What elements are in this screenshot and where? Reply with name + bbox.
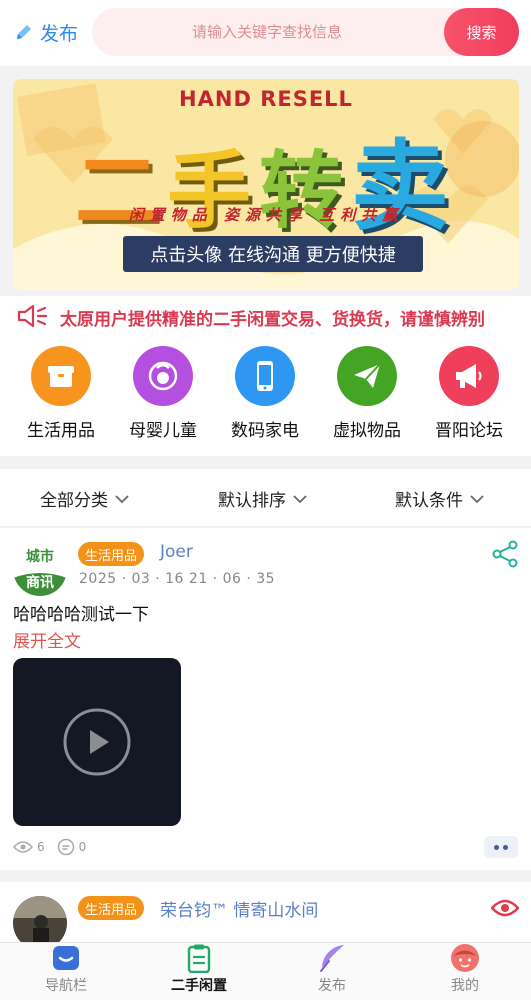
category-forum[interactable]: 晋阳论坛	[419, 346, 519, 441]
send-icon	[337, 346, 397, 406]
banner-tagline: 闲置物品 姿源共享 互利共赢	[128, 206, 404, 224]
tab-secondhand[interactable]: 二手闲置	[133, 943, 265, 1000]
notice-bar[interactable]: 太原用户提供精准的二手闲置交易、货换货，请谨慎辨别	[0, 296, 531, 336]
comment-icon	[57, 838, 74, 856]
promo-banner[interactable]: HAND RESELL 二手转卖 闲置物品 姿源共享 互利共赢 点击头像 在线沟…	[13, 79, 519, 290]
author-name[interactable]: Joer	[160, 542, 193, 562]
category-label: 母婴儿童	[129, 421, 197, 441]
category-digital[interactable]: 数码家电	[215, 346, 315, 441]
post-card[interactable]: 生活用品 荣台钧™ 情寄山水间	[0, 882, 531, 950]
filter-sort-label: 默认排序	[218, 491, 286, 511]
bottom-tab-bar: 导航栏 二手闲置 发布 我的	[0, 942, 531, 1000]
expand-link[interactable]: 展开全文	[13, 627, 81, 652]
eye-icon[interactable]	[491, 898, 519, 918]
avatar-text: 商讯	[26, 575, 54, 591]
more-button[interactable]	[484, 836, 518, 858]
post-content: 哈哈哈哈测试一下	[13, 605, 149, 625]
pencil-icon	[17, 25, 31, 39]
publish-link[interactable]: 发布	[14, 18, 78, 46]
app-page: 发布 搜索 HAND RESELL 二手转卖 闲置物品 姿源共享 互利共赢 点击…	[0, 0, 531, 1000]
banner-char: 二	[74, 142, 167, 240]
tab-label: 发布	[318, 978, 346, 994]
share-icon[interactable]	[491, 540, 519, 568]
top-header: 发布 搜索	[0, 0, 531, 66]
clipboard-icon	[187, 944, 211, 973]
tab-navigation[interactable]: 导航栏	[0, 943, 132, 1000]
chevron-down-icon	[293, 494, 307, 503]
post-stats: 6 0	[13, 838, 98, 856]
tab-publish[interactable]: 发布	[266, 943, 398, 1000]
filter-sort[interactable]: 默认排序	[218, 486, 308, 511]
banner-char: 手	[166, 142, 259, 240]
video-thumbnail[interactable]	[13, 658, 181, 826]
chevron-down-icon	[470, 494, 484, 503]
notice-text: 太原用户提供精准的二手闲置交易、货换货，请谨慎辨别	[60, 310, 485, 330]
megaphone-icon	[439, 346, 499, 406]
search-input[interactable]	[92, 8, 442, 56]
category-badge: 生活用品	[78, 896, 145, 920]
banner-title-cn: 二手转卖	[13, 107, 519, 249]
banner-char: 卖	[351, 130, 458, 244]
filter-condition[interactable]: 默认条件	[395, 486, 485, 511]
avatar-text: 城市	[26, 549, 54, 565]
tab-mine[interactable]: 我的	[399, 943, 531, 1000]
publish-label: 发布	[40, 22, 79, 45]
filter-bar: 全部分类 默认排序 默认条件	[0, 469, 531, 527]
post-time: 2025 · 03 · 16 21 · 06 · 35	[79, 571, 276, 587]
eye-icon	[13, 841, 33, 853]
category-grid: 生活用品 母婴儿童 数码家电 虚拟物品 晋阳论坛	[0, 336, 531, 456]
category-label: 生活用品	[27, 421, 95, 441]
category-badge: 生活用品	[78, 542, 145, 566]
author-name[interactable]: 荣台钧™ 情寄山水间	[160, 896, 318, 921]
comment-count: 0	[78, 840, 87, 854]
filter-condition-label: 默认条件	[395, 491, 463, 511]
banner-char: 转	[259, 142, 352, 240]
category-daily-goods[interactable]: 生活用品	[11, 346, 111, 441]
avatar[interactable]: 城市 商讯	[13, 542, 67, 596]
post-card[interactable]: 城市 商讯 生活用品 Joer 2025 · 03 · 16 21 · 06 ·…	[0, 528, 531, 870]
category-mother-baby[interactable]: 母婴儿童	[113, 346, 213, 441]
speaker-icon	[17, 304, 48, 328]
baby-icon	[133, 346, 193, 406]
category-virtual[interactable]: 虚拟物品	[317, 346, 417, 441]
filter-category-label: 全部分类	[40, 491, 108, 511]
face-icon	[451, 944, 479, 972]
category-label: 晋阳论坛	[435, 421, 503, 441]
category-label: 数码家电	[231, 421, 299, 441]
box-icon	[31, 346, 91, 406]
tab-label: 导航栏	[45, 978, 87, 994]
search-button[interactable]: 搜索	[444, 8, 519, 56]
filter-category[interactable]: 全部分类	[40, 486, 130, 511]
view-count: 6	[37, 840, 45, 854]
category-label: 虚拟物品	[333, 421, 401, 441]
feather-icon	[320, 945, 344, 972]
chat-bubble-icon	[53, 946, 79, 970]
play-icon	[63, 708, 131, 776]
search-bar: 搜索	[92, 8, 519, 56]
tab-label: 我的	[451, 978, 479, 994]
chevron-down-icon	[115, 494, 129, 503]
banner-ribbon: 点击头像 在线沟通 更方便快捷	[123, 236, 423, 272]
tab-label: 二手闲置	[171, 978, 227, 994]
phone-icon	[235, 346, 295, 406]
